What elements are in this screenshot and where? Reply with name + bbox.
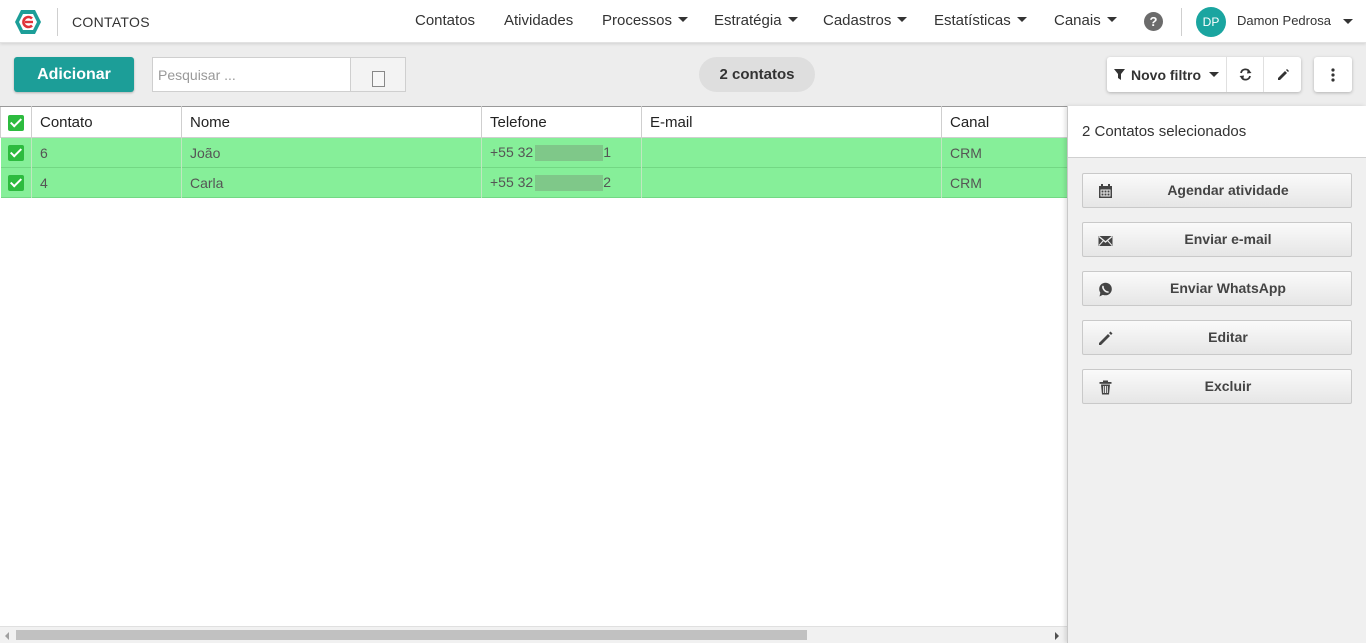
row-checkbox[interactable]	[7, 145, 24, 162]
page-title: CONTATOS	[72, 14, 150, 30]
edit-filter-button[interactable]	[1264, 57, 1301, 92]
row-checkbox-cell[interactable]	[0, 137, 32, 168]
select-all-checkbox-cell[interactable]	[0, 106, 32, 138]
cell-contato: 4	[31, 167, 182, 198]
pencil-icon	[1099, 331, 1113, 345]
logo-icon[interactable]	[14, 9, 42, 35]
filter-icon	[1114, 69, 1125, 80]
more-options-button[interactable]	[1314, 57, 1352, 92]
nav-canais[interactable]: Canais	[1054, 12, 1117, 29]
redacted-phone	[535, 145, 604, 162]
calendar-icon	[1099, 184, 1112, 198]
table-row[interactable]: 4 Carla +55 32 2 CRM	[0, 167, 1067, 198]
cell-email	[641, 137, 942, 168]
cell-telefone: +55 32 1	[481, 137, 642, 168]
search-button[interactable]	[350, 57, 406, 92]
nav-estrategia[interactable]: Estratégia	[714, 12, 798, 29]
pencil-icon	[1277, 68, 1289, 80]
redacted-phone	[535, 175, 604, 192]
user-name[interactable]: Damon Pedrosa	[1237, 13, 1331, 28]
column-header-contato[interactable]: Contato	[31, 106, 182, 138]
add-button[interactable]: Adicionar	[14, 57, 134, 92]
cell-nome: Carla	[181, 167, 482, 198]
avatar[interactable]: DP	[1196, 7, 1226, 37]
filter-button-group: Novo filtro	[1107, 57, 1301, 92]
search-input[interactable]	[152, 57, 351, 92]
user-divider	[1181, 8, 1182, 36]
table-header-row: Contato Nome Telefone E-mail Canal	[0, 106, 1067, 138]
chevron-down-icon	[897, 17, 908, 22]
user-menu-chevron-icon[interactable]	[1343, 19, 1353, 24]
cell-canal: CRM	[941, 137, 1067, 168]
chevron-down-icon	[678, 17, 689, 22]
column-header-email[interactable]: E-mail	[641, 106, 942, 138]
column-header-nome[interactable]: Nome	[181, 106, 482, 138]
logo-divider	[57, 8, 58, 36]
column-header-telefone[interactable]: Telefone	[481, 106, 642, 138]
whatsapp-icon	[1099, 282, 1112, 297]
chevron-down-icon	[1106, 17, 1117, 22]
nav-processos[interactable]: Processos	[602, 12, 689, 29]
new-filter-button[interactable]: Novo filtro	[1107, 57, 1227, 92]
panel-title: 2 Contatos selecionados	[1068, 106, 1366, 158]
nav-contatos[interactable]: Contatos	[415, 12, 475, 29]
table-row[interactable]: 6 João +55 32 1 CRM	[0, 137, 1067, 168]
refresh-icon	[1239, 68, 1251, 81]
cell-nome: João	[181, 137, 482, 168]
contact-count-badge: 2 contatos	[699, 57, 815, 92]
scroll-left-icon[interactable]	[5, 632, 9, 640]
row-checkbox[interactable]	[7, 175, 24, 192]
edit-button[interactable]: Editar	[1082, 320, 1352, 355]
delete-button[interactable]: Excluir	[1082, 369, 1352, 404]
cell-canal: CRM	[941, 167, 1067, 198]
help-icon[interactable]: ?	[1144, 12, 1163, 31]
cell-telefone: +55 32 2	[481, 167, 642, 198]
horizontal-scrollbar[interactable]	[0, 626, 1067, 643]
chevron-down-icon	[1016, 17, 1027, 22]
top-navbar: CONTATOS Contatos Atividades Processos E…	[0, 0, 1366, 43]
schedule-activity-button[interactable]: Agendar atividade	[1082, 173, 1352, 208]
trash-icon	[1099, 380, 1112, 395]
toolbar: Adicionar 2 contatos Novo filtro	[0, 43, 1366, 106]
column-header-canal[interactable]: Canal	[941, 106, 1067, 138]
contacts-table-container: Contato Nome Telefone E-mail Canal 6 Joã…	[0, 106, 1067, 626]
selection-side-panel: 2 Contatos selecionados Agendar atividad…	[1067, 106, 1366, 643]
send-email-button[interactable]: Enviar e-mail	[1082, 222, 1352, 257]
refresh-button[interactable]	[1227, 57, 1264, 92]
send-whatsapp-button[interactable]: Enviar WhatsApp	[1082, 271, 1352, 306]
contacts-table: Contato Nome Telefone E-mail Canal 6 Joã…	[0, 106, 1067, 198]
scrollbar-thumb[interactable]	[16, 630, 807, 640]
scroll-right-icon[interactable]	[1055, 632, 1059, 640]
cell-contato: 6	[31, 137, 182, 168]
row-checkbox-cell[interactable]	[0, 167, 32, 198]
envelope-icon	[1098, 236, 1113, 246]
search-icon	[372, 71, 385, 87]
nav-estatisticas[interactable]: Estatísticas	[934, 12, 1027, 29]
nav-atividades[interactable]: Atividades	[504, 12, 573, 29]
nav-cadastros[interactable]: Cadastros	[823, 12, 908, 29]
select-all-checkbox[interactable]	[8, 114, 24, 131]
chevron-down-icon	[1209, 72, 1219, 77]
cell-email	[641, 167, 942, 198]
chevron-down-icon	[787, 17, 798, 22]
kebab-menu-icon	[1331, 67, 1335, 82]
